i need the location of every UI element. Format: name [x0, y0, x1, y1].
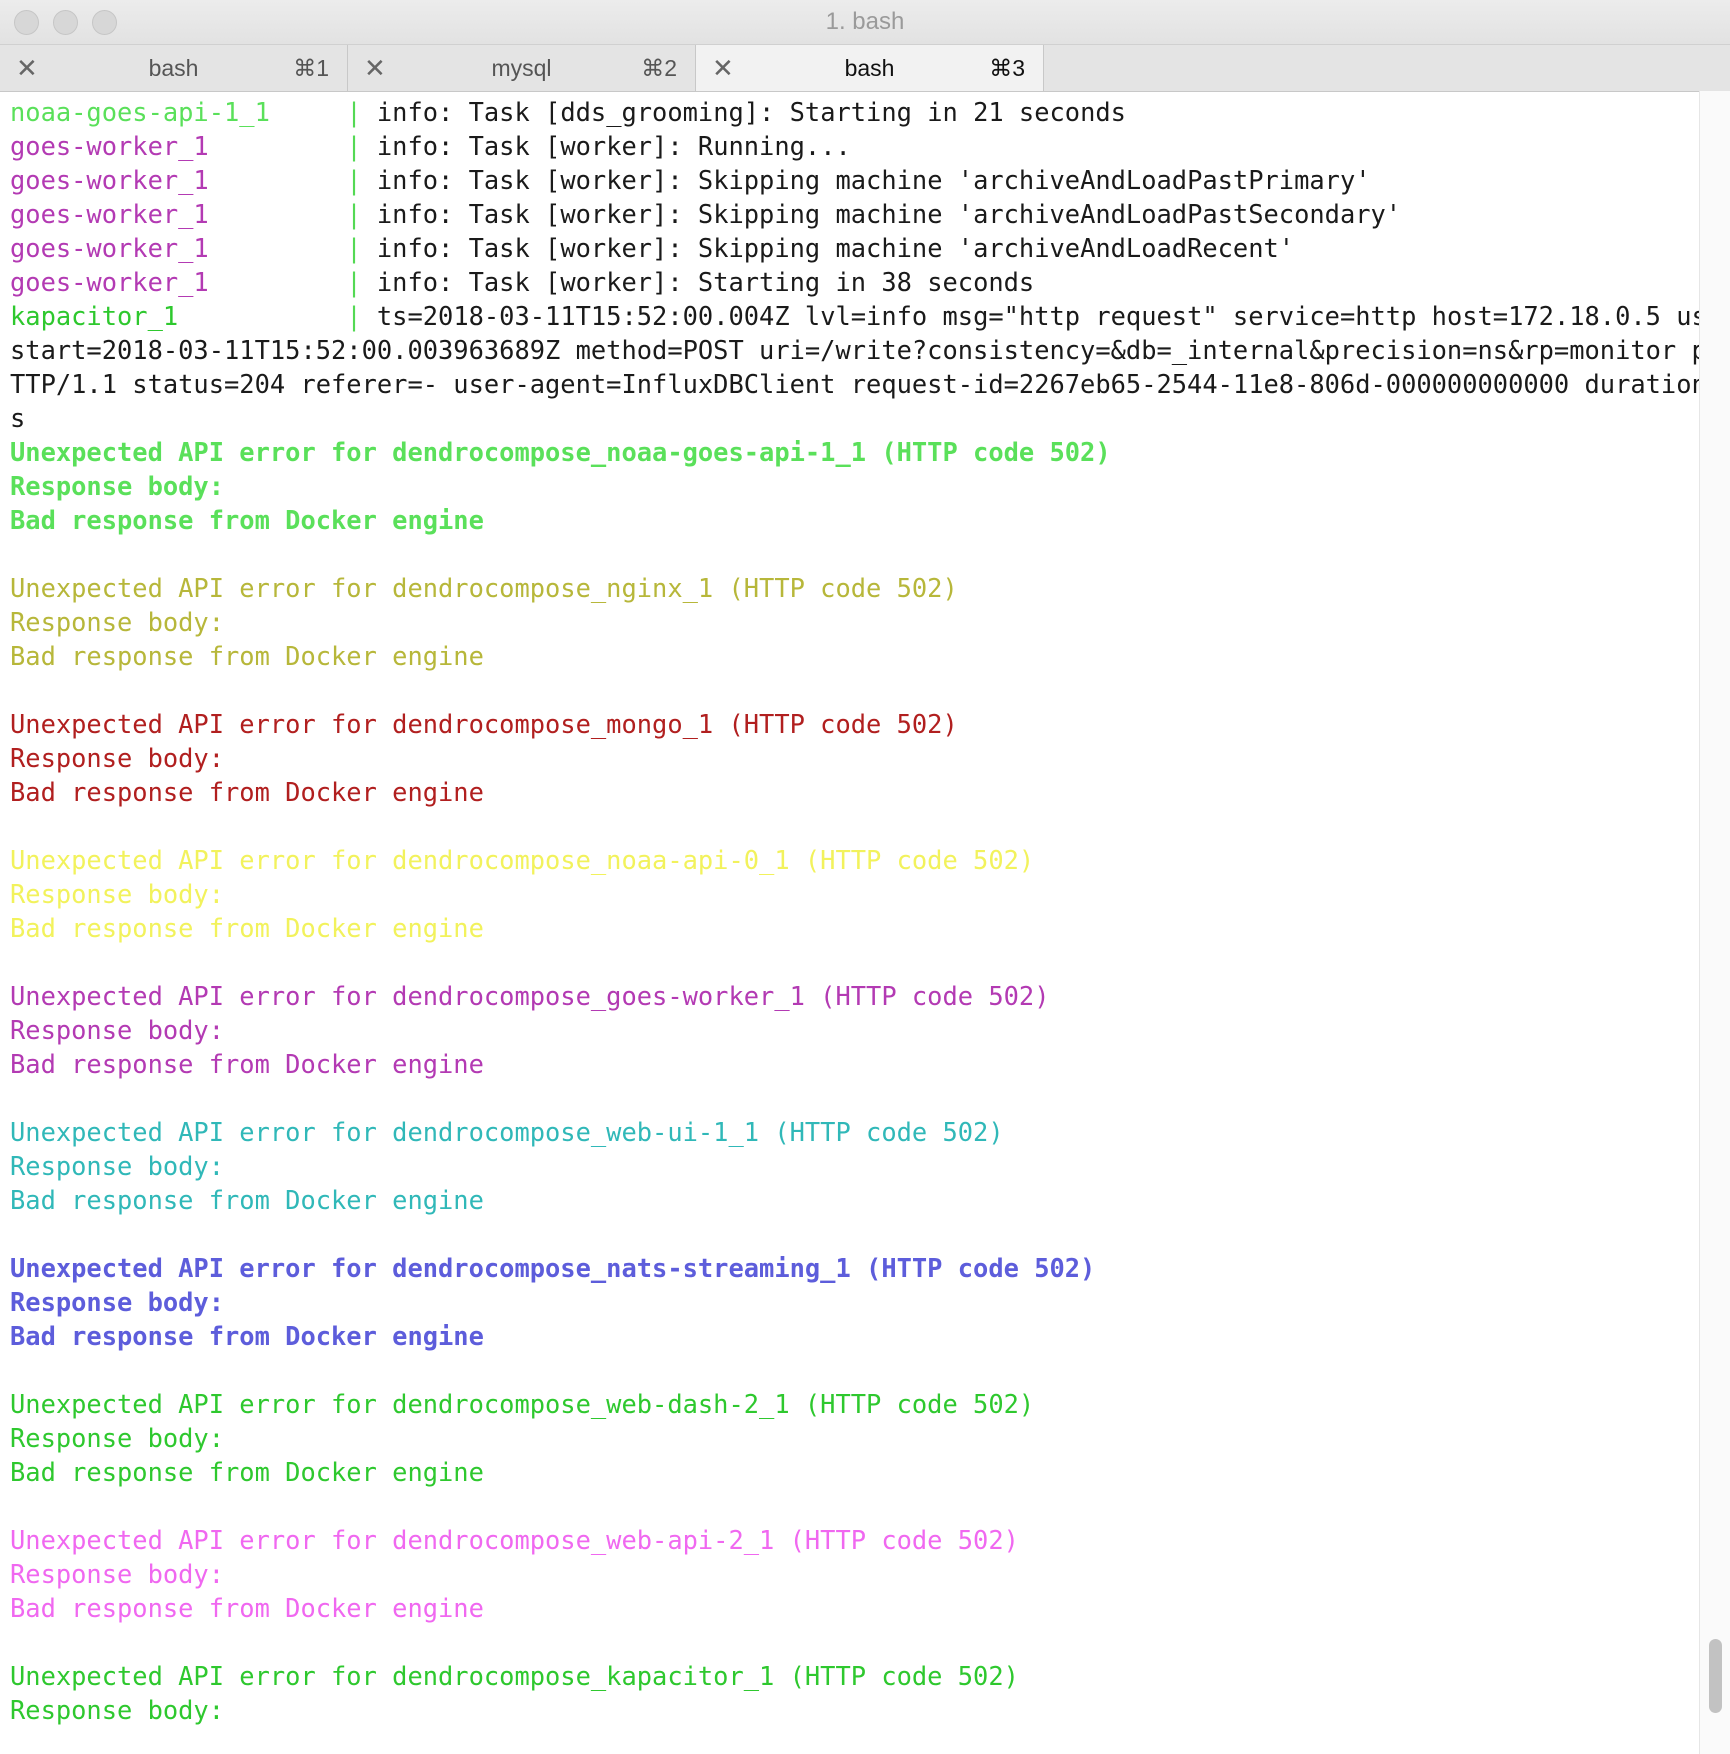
- error-body-label: Response body:: [10, 1151, 225, 1181]
- error-header: Unexpected API error for dendrocompose_m…: [10, 709, 958, 739]
- log-line-wrap: TTP/1.1 status=204 referer=- user-agent=…: [10, 369, 1700, 399]
- window-title: 1. bash: [825, 8, 905, 35]
- error-header: Unexpected API error for dendrocompose_w…: [10, 1525, 1019, 1555]
- tab-shortcut: ⌘3: [989, 55, 1025, 81]
- tab-shortcut: ⌘1: [293, 55, 329, 81]
- tab-bash-1[interactable]: ✕ bash ⌘1: [0, 45, 348, 91]
- error-header: Unexpected API error for dendrocompose_w…: [10, 1389, 1035, 1419]
- error-body-label: Response body:: [10, 471, 225, 501]
- log-line: kapacitor_1 | ts=2018-03-11T15:52:00.004…: [10, 301, 1700, 331]
- tab-shortcut: ⌘2: [641, 55, 677, 81]
- error-body-label: Response body:: [10, 607, 225, 637]
- tab-bash-3[interactable]: ✕ bash ⌘3: [696, 45, 1044, 91]
- error-body-label: Response body:: [10, 1287, 225, 1317]
- title-bar: 1. bash: [0, 0, 1730, 45]
- error-body: Bad response from Docker engine: [10, 641, 484, 671]
- log-line: goes-worker_1 | info: Task [worker]: Ski…: [10, 165, 1371, 195]
- error-header: Unexpected API error for dendrocompose_g…: [10, 981, 1050, 1011]
- error-body: Bad response from Docker engine: [10, 1185, 484, 1215]
- terminal-window: 1. bash ✕ bash ⌘1 ✕ mysql ⌘2 ✕ bash ⌘3 n…: [0, 0, 1730, 1754]
- log-line: goes-worker_1 | info: Task [worker]: Sta…: [10, 267, 1035, 297]
- error-header: Unexpected API error for dendrocompose_n…: [10, 437, 1111, 467]
- log-line: noaa-goes-api-1_1 | info: Task [dds_groo…: [10, 97, 1126, 127]
- error-body: Bad response from Docker engine: [10, 505, 484, 535]
- error-header: Unexpected API error for dendrocompose_n…: [10, 573, 958, 603]
- error-body: Bad response from Docker engine: [10, 1321, 484, 1351]
- log-line: goes-worker_1 | info: Task [worker]: Ski…: [10, 199, 1402, 229]
- error-body: Bad response from Docker engine: [10, 913, 484, 943]
- error-header: Unexpected API error for dendrocompose_n…: [10, 845, 1035, 875]
- error-header: Unexpected API error for dendrocompose_w…: [10, 1117, 1004, 1147]
- error-body: Bad response from Docker engine: [10, 1593, 484, 1623]
- error-body: Bad response from Docker engine: [10, 1457, 484, 1487]
- terminal-output[interactable]: noaa-goes-api-1_1 | info: Task [dds_groo…: [0, 91, 1700, 1754]
- error-body-label: Response body:: [10, 1423, 225, 1453]
- error-body-label: Response body:: [10, 1695, 225, 1725]
- error-body-label: Response body:: [10, 743, 225, 773]
- tab-mysql[interactable]: ✕ mysql ⌘2: [348, 45, 696, 91]
- log-line-wrap: start=2018-03-11T15:52:00.003963689Z met…: [10, 335, 1700, 365]
- error-body-label: Response body:: [10, 879, 225, 909]
- error-header: Unexpected API error for dendrocompose_n…: [10, 1253, 1096, 1283]
- log-line: goes-worker_1 | info: Task [worker]: Run…: [10, 131, 851, 161]
- error-body: Bad response from Docker engine: [10, 1049, 484, 1079]
- error-body-label: Response body:: [10, 1559, 225, 1589]
- error-body-label: Response body:: [10, 1015, 225, 1045]
- scrollbar-thumb[interactable]: [1709, 1639, 1722, 1713]
- error-header: Unexpected API error for dendrocompose_k…: [10, 1661, 1019, 1691]
- error-body: Bad response from Docker engine: [10, 777, 484, 807]
- log-line: goes-worker_1 | info: Task [worker]: Ski…: [10, 233, 1295, 263]
- vertical-scrollbar[interactable]: [1699, 91, 1730, 1754]
- log-line-wrap: s: [10, 403, 26, 433]
- tab-bar: ✕ bash ⌘1 ✕ mysql ⌘2 ✕ bash ⌘3: [0, 45, 1730, 92]
